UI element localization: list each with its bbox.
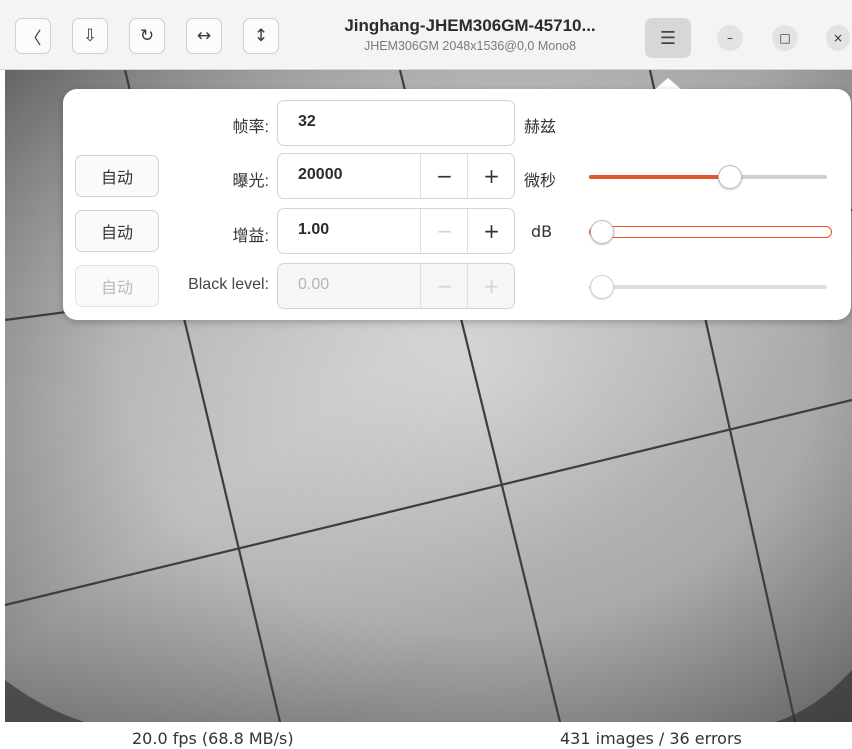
minimize-button[interactable]: – (717, 25, 743, 51)
exposure-field[interactable]: 20000 − + (277, 153, 515, 199)
exposure-slider[interactable] (589, 165, 827, 189)
gain-slider-handle[interactable] (590, 220, 614, 244)
image-count-status: 431 images / 36 errors (560, 729, 742, 748)
exposure-value: 20000 (298, 166, 343, 183)
framerate-unit: 赫兹 (524, 117, 557, 136)
status-bar: 20.0 fps (68.8 MB/s) 431 images / 36 err… (0, 722, 852, 749)
exposure-auto-button[interactable]: 自动 (75, 155, 159, 197)
rotate-icon: ↻ (139, 26, 155, 46)
black-level-field[interactable]: 0.00 − + (277, 263, 515, 309)
flip-vertical-button[interactable]: ↕ (243, 18, 279, 54)
close-icon: × (832, 31, 844, 45)
gain-label: 增益: (232, 228, 269, 245)
gain-field[interactable]: 1.00 − + (277, 208, 515, 254)
main-menu-button[interactable]: ☰ (645, 18, 691, 58)
black-level-slider-track (589, 285, 827, 289)
black-level-auto-button[interactable]: 自动 (75, 265, 159, 307)
exposure-unit: 微秒 (524, 171, 557, 190)
black-level-decrement-button[interactable]: − (420, 264, 468, 308)
exposure-increment-button[interactable]: + (467, 154, 515, 198)
exposure-slider-handle[interactable] (718, 165, 743, 189)
back-button[interactable]: 〈 (15, 18, 51, 54)
chevron-left-icon: 〈 (24, 28, 42, 49)
minimize-icon: – (727, 31, 733, 45)
gain-unit: dB (531, 222, 553, 241)
gain-auto-button[interactable]: 自动 (75, 210, 159, 252)
black-level-increment-button[interactable]: + (467, 264, 515, 308)
exposure-slider-fill (589, 175, 730, 179)
flip-horizontal-icon: ↔ (196, 26, 212, 46)
gain-slider[interactable] (589, 220, 832, 244)
framerate-label: 帧率: (232, 119, 269, 136)
camera-settings-popover: 帧率: 32 赫兹 自动 曝光: 20000 − + 微秒 自动 增益: 1.0… (63, 89, 851, 320)
black-level-value: 0.00 (298, 276, 330, 293)
window-subtitle: JHEM306GM 2048x1536@0,0 Mono8 (363, 39, 577, 53)
window-title: Jinghang-JHEM306GM-45710... (344, 16, 596, 35)
window-title-block: Jinghang-JHEM306GM-45710... JHEM306GM 20… (300, 16, 640, 53)
download-icon: ⇩ (82, 26, 98, 46)
framerate-field[interactable]: 32 (277, 100, 515, 146)
maximize-icon: □ (779, 31, 791, 45)
flip-horizontal-button[interactable]: ↔ (186, 18, 222, 54)
exposure-decrement-button[interactable]: − (420, 154, 468, 198)
gain-value: 1.00 (298, 221, 330, 238)
exposure-label: 曝光: (232, 173, 269, 190)
black-level-slider[interactable] (589, 275, 827, 299)
gain-slider-track (589, 226, 832, 238)
close-button[interactable]: × (826, 25, 850, 51)
maximize-button[interactable]: □ (772, 25, 798, 51)
gain-decrement-button[interactable]: − (420, 209, 468, 253)
framerate-status: 20.0 fps (68.8 MB/s) (132, 729, 294, 748)
gain-increment-button[interactable]: + (467, 209, 515, 253)
black-level-slider-handle[interactable] (590, 275, 614, 299)
rotate-button[interactable]: ↻ (129, 18, 165, 54)
save-snapshot-button[interactable]: ⇩ (72, 18, 108, 54)
flip-vertical-icon: ↕ (253, 26, 269, 46)
header-bar: 〈 ⇩ ↻ ↔ ↕ Jinghang-JHEM306GM-45710... JH… (0, 0, 852, 70)
hamburger-menu-icon: ☰ (659, 27, 677, 49)
framerate-value: 32 (298, 113, 316, 130)
black-level-label: Black level: (188, 276, 269, 293)
